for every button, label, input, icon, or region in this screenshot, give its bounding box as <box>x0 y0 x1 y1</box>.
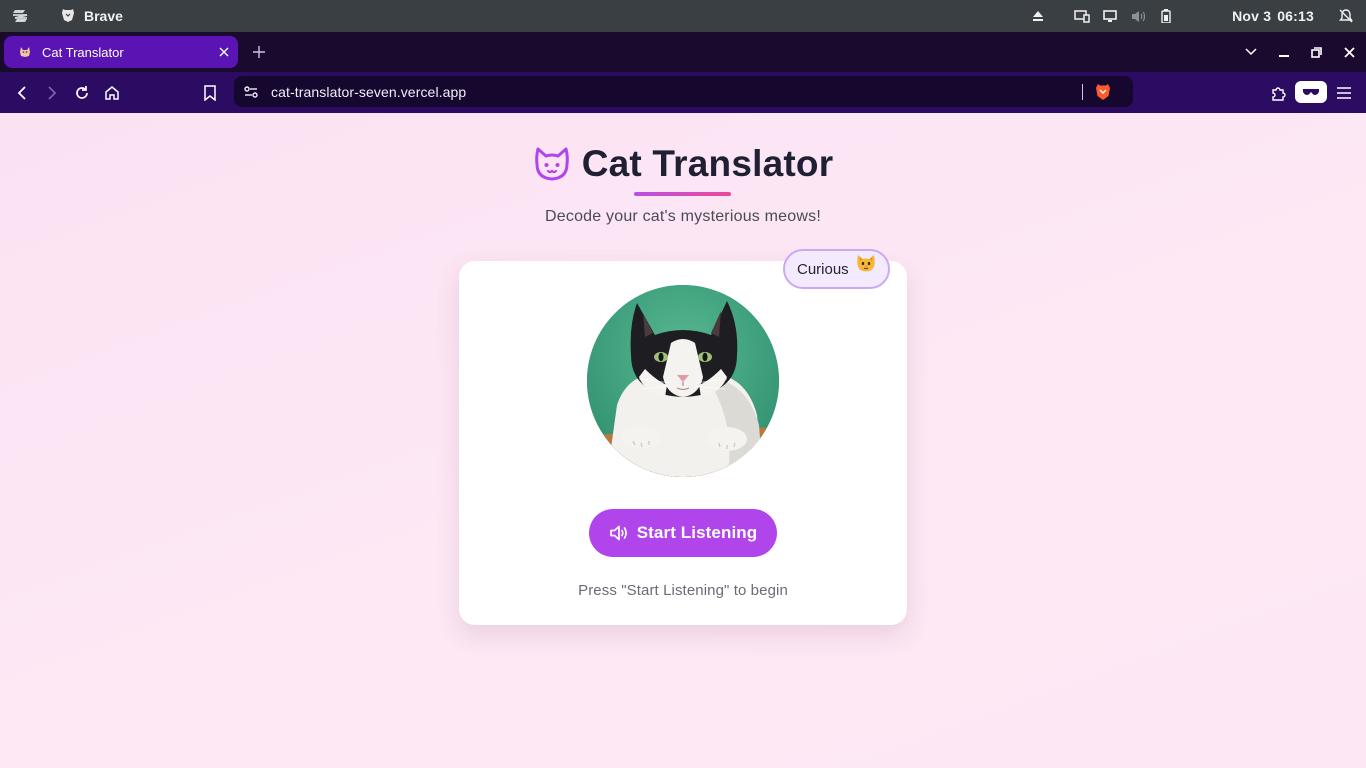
screen-icon[interactable] <box>1096 0 1124 32</box>
close-tab-icon[interactable] <box>210 36 238 68</box>
brave-shields-icon[interactable] <box>1093 76 1113 107</box>
status-hint: Press "Start Listening" to begin <box>578 582 788 599</box>
active-app-indicator[interactable]: Brave <box>60 7 123 26</box>
back-arrow-icon <box>17 85 26 100</box>
reload-button[interactable] <box>67 72 97 113</box>
vpn-button[interactable] <box>1295 81 1327 103</box>
site-settings-icon[interactable] <box>236 76 266 107</box>
cat-favicon-icon <box>18 45 32 59</box>
cat-emoji-icon <box>857 255 875 272</box>
mood-label: Curious <box>797 260 849 278</box>
start-listening-button[interactable]: Start Listening <box>589 509 777 557</box>
forward-arrow-icon <box>48 85 57 100</box>
page-heading: Cat Translator <box>0 143 1366 185</box>
volume-muted-icon[interactable] <box>1124 0 1152 32</box>
clock-date: Nov 3 <box>1232 8 1272 24</box>
eject-icon[interactable] <box>1024 0 1052 32</box>
notifications-off-icon[interactable] <box>1332 0 1360 32</box>
extensions-button[interactable] <box>1263 72 1293 113</box>
bookmark-icon <box>204 84 216 101</box>
minimize-icon[interactable] <box>1267 32 1300 72</box>
address-bar[interactable]: cat-translator-seven.vercel.app <box>234 76 1133 107</box>
bookmark-button[interactable] <box>195 72 225 113</box>
battery-icon[interactable] <box>1152 0 1180 32</box>
clock-time: 06:13 <box>1277 8 1314 24</box>
sunglasses-icon <box>1303 89 1319 95</box>
home-button[interactable] <box>97 72 127 113</box>
tab-cat-translator[interactable]: Cat Translator <box>4 36 238 68</box>
tab-title: Cat Translator <box>42 44 124 60</box>
plus-icon <box>253 46 265 58</box>
cat-face-icon <box>534 147 569 181</box>
forward-button[interactable] <box>37 72 67 113</box>
display-icon[interactable] <box>1068 0 1096 32</box>
os-top-bar: Brave Nov 3 06:13 <box>0 0 1366 32</box>
start-listening-label: Start Listening <box>636 523 758 542</box>
brave-lion-icon <box>60 7 76 26</box>
hamburger-icon <box>1337 86 1351 99</box>
browser-toolbar: cat-translator-seven.vercel.app <box>0 72 1366 113</box>
new-tab-button[interactable] <box>248 36 270 68</box>
menu-button[interactable] <box>1329 72 1359 113</box>
url-text[interactable]: cat-translator-seven.vercel.app <box>271 84 1082 100</box>
clock[interactable]: Nov 3 06:13 <box>1232 8 1314 24</box>
page-subtitle: Decode your cat's mysterious meows! <box>545 208 821 225</box>
page-content: Cat Translator Decode your cat's mysteri… <box>0 113 1366 768</box>
url-divider <box>1082 83 1083 100</box>
zorin-logo-icon[interactable] <box>0 0 40 32</box>
active-app-name: Brave <box>84 8 123 24</box>
restore-icon[interactable] <box>1300 32 1333 72</box>
cat-photo <box>587 285 779 477</box>
tab-search-chevron-icon[interactable] <box>1234 32 1267 72</box>
speaker-icon <box>609 525 627 541</box>
home-icon <box>105 85 119 100</box>
page-title: Cat Translator <box>581 143 834 184</box>
puzzle-icon <box>1272 86 1286 101</box>
back-button[interactable] <box>7 72 37 113</box>
tab-strip: Cat Translator <box>0 32 1366 72</box>
title-underline <box>634 192 731 196</box>
close-window-icon[interactable] <box>1333 32 1366 72</box>
mood-badge: Curious <box>783 249 890 289</box>
reload-icon <box>76 85 88 99</box>
